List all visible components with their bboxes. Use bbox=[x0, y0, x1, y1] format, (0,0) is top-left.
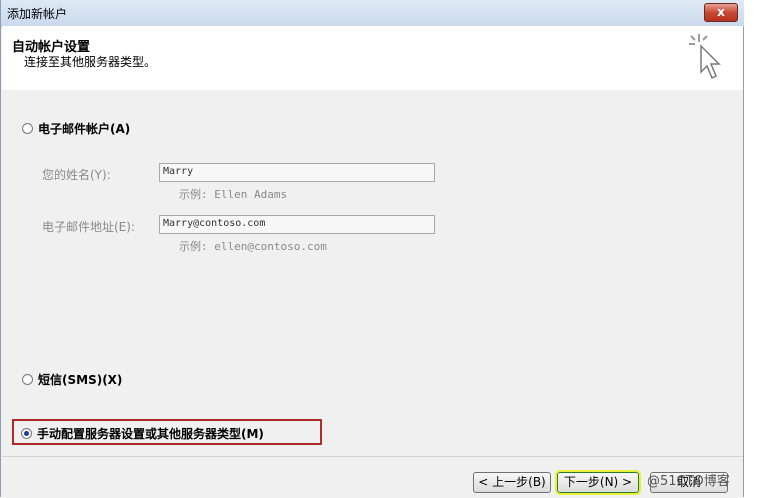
title-bar: 添加新帐户 x bbox=[1, 0, 744, 27]
cursor-sparkle-icon bbox=[689, 34, 721, 80]
name-label: 您的姓名(Y): bbox=[42, 168, 111, 182]
radio-icon bbox=[22, 123, 33, 134]
page-subtitle: 连接至其他服务器类型。 bbox=[24, 55, 157, 69]
manual-config-label: 手动配置服务器设置或其他服务器类型(M) bbox=[37, 427, 264, 441]
header-panel: 自动帐户设置 连接至其他服务器类型。 bbox=[2, 26, 743, 91]
add-account-dialog: 添加新帐户 x 自动帐户设置 连接至其他服务器类型。 电子邮件帐户(A) 您的姓… bbox=[0, 0, 744, 498]
content-area: 电子邮件帐户(A) 您的姓名(Y): Marry 示例: Ellen Adams… bbox=[2, 90, 743, 455]
email-label: 电子邮件地址(E): bbox=[42, 220, 135, 234]
name-field[interactable]: Marry bbox=[159, 163, 435, 182]
email-field[interactable]: Marry@contoso.com bbox=[159, 215, 435, 234]
close-button[interactable]: x bbox=[704, 3, 738, 22]
radio-icon bbox=[22, 374, 33, 385]
email-example: 示例: ellen@contoso.com bbox=[179, 240, 327, 253]
email-account-label: 电子邮件帐户(A) bbox=[38, 122, 131, 136]
watermark: @51CTO博客 bbox=[647, 474, 730, 489]
footer: < 上一步(B) 下一步(N) > 取消 bbox=[2, 456, 743, 498]
back-button[interactable]: < 上一步(B) bbox=[473, 472, 551, 493]
sms-label: 短信(SMS)(X) bbox=[38, 373, 123, 387]
window-title: 添加新帐户 bbox=[7, 7, 68, 21]
manual-config-radio[interactable]: 手动配置服务器设置或其他服务器类型(M) bbox=[21, 425, 264, 442]
name-example: 示例: Ellen Adams bbox=[179, 188, 288, 201]
email-account-radio[interactable]: 电子邮件帐户(A) bbox=[22, 120, 130, 137]
radio-selected-icon bbox=[21, 428, 32, 439]
next-button[interactable]: 下一步(N) > bbox=[555, 470, 641, 495]
sms-radio[interactable]: 短信(SMS)(X) bbox=[22, 371, 122, 388]
close-icon: x bbox=[717, 5, 725, 19]
